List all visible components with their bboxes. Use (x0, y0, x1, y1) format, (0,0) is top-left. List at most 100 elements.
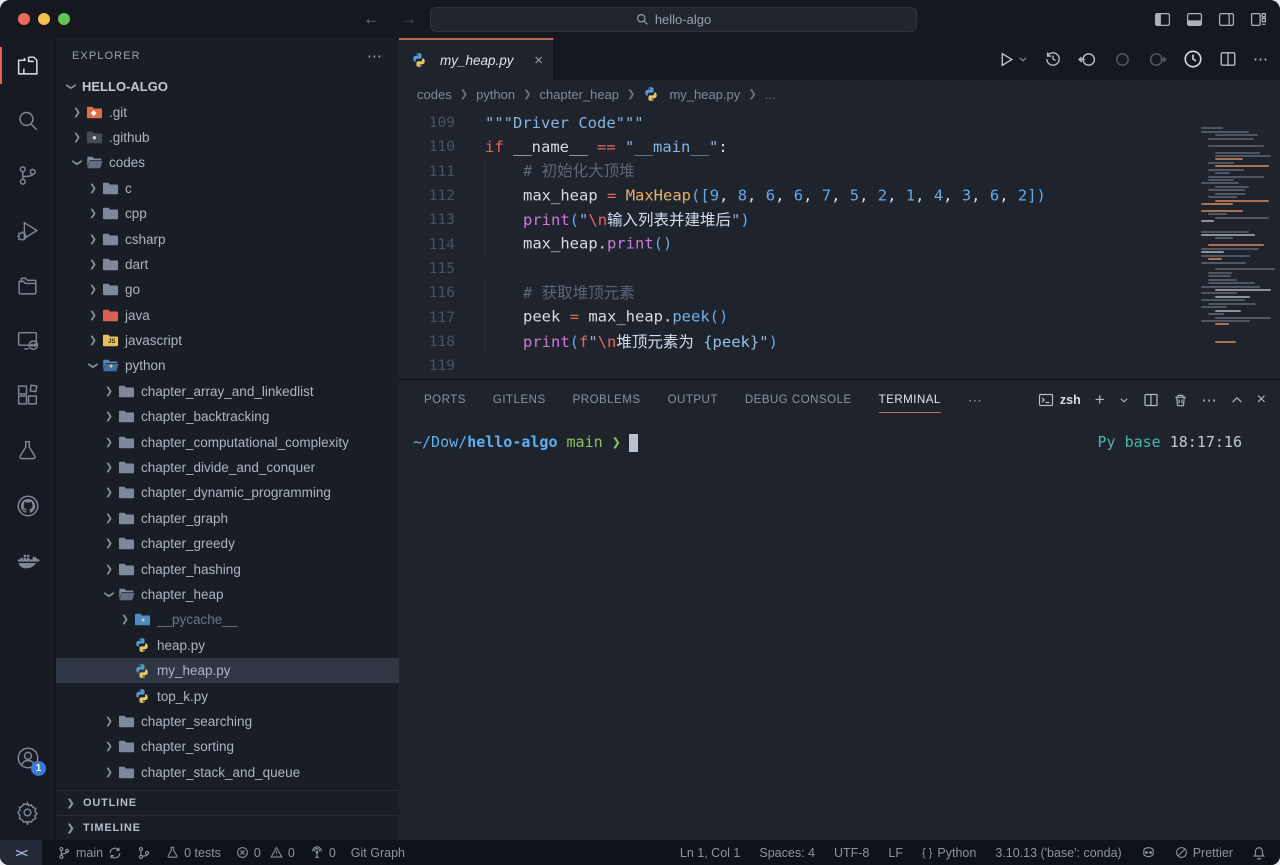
interpreter-item[interactable]: 3.10.13 ('base': conda) (995, 846, 1121, 860)
tree-folder-chapter_divide_and_conquer[interactable]: ❯chapter_divide_and_conquer (56, 455, 399, 480)
settings-gear-icon[interactable] (0, 785, 55, 840)
panel-tab-terminal[interactable]: TERMINAL (879, 380, 941, 420)
panel-tab-output[interactable]: OUTPUT (668, 380, 718, 420)
breadcrumb-item[interactable]: codes (417, 87, 452, 102)
branch-item[interactable]: main (57, 846, 122, 860)
tab-my-heap[interactable]: my_heap.py × (399, 38, 554, 80)
tree-folder-cpp[interactable]: ❯cpp (56, 201, 399, 226)
split-editor-icon[interactable] (1219, 50, 1237, 68)
tree-folder-chapter_hashing[interactable]: ❯chapter_hashing (56, 556, 399, 581)
run-dropdown-icon[interactable] (1018, 54, 1028, 64)
editor-more-icon[interactable]: ⋯ (1253, 50, 1268, 68)
tree-folder-.github[interactable]: ❯●.github (56, 125, 399, 150)
tree-folder-chapter_computational_complexity[interactable]: ❯chapter_computational_complexity (56, 429, 399, 454)
tree-folder-codes[interactable]: ❯codes (56, 150, 399, 175)
tree-file-top_k.py[interactable]: top_k.py (56, 683, 399, 708)
tree-root[interactable]: ❯HELLO-ALGO (56, 74, 399, 99)
tree-folder-python[interactable]: ❯●python (56, 353, 399, 378)
git-graph-label-item[interactable]: Git Graph (351, 846, 405, 860)
minimize-window-button[interactable] (38, 13, 50, 25)
terminal-dropdown-icon[interactable] (1119, 395, 1129, 405)
remote-explorer-icon[interactable] (0, 313, 55, 368)
extensions-icon[interactable] (0, 368, 55, 423)
sidebar-more-icon[interactable]: ⋯ (367, 47, 383, 65)
tests-item[interactable]: 0 tests (166, 846, 221, 860)
panel-more-icon[interactable]: ⋯ (1202, 391, 1217, 409)
breadcrumb-item-file[interactable]: my_heap.py (643, 86, 740, 102)
tree-folder-chapter_array_and_linkedlist[interactable]: ❯chapter_array_and_linkedlist (56, 379, 399, 404)
notifications-bell-icon[interactable] (1252, 846, 1266, 860)
timeline-section[interactable]: ❯ TIMELINE (56, 815, 399, 840)
minimap[interactable] (1201, 124, 1275, 344)
breadcrumb-item[interactable]: chapter_heap (540, 87, 620, 102)
file-history-icon[interactable] (1044, 50, 1062, 68)
tree-folder-__pycache__[interactable]: ❯●__pycache__ (56, 607, 399, 632)
kill-terminal-trash-icon[interactable] (1173, 393, 1188, 408)
code-line[interactable]: 110if __name__ == "__main__": (399, 135, 1280, 159)
toggle-secondary-sidebar-icon[interactable] (1218, 11, 1235, 28)
code-line[interactable]: 112max_heap = MaxHeap([9, 8, 6, 6, 7, 5,… (399, 184, 1280, 208)
search-view-icon[interactable] (0, 93, 55, 148)
tree-file-my_heap.py[interactable]: my_heap.py (56, 658, 399, 683)
cursor-position-item[interactable]: Ln 1, Col 1 (680, 846, 740, 860)
code-editor[interactable]: 109"""Driver Code"""110if __name__ == "_… (399, 108, 1280, 379)
breadcrumb-item[interactable]: python (476, 87, 515, 102)
tree-folder-chapter_dynamic_programming[interactable]: ❯chapter_dynamic_programming (56, 480, 399, 505)
panel-tab-problems[interactable]: PROBLEMS (573, 380, 641, 420)
timeline-clock-icon[interactable] (1183, 49, 1203, 69)
next-change-icon[interactable] (1148, 50, 1167, 69)
github-icon[interactable] (0, 478, 55, 533)
tree-folder-javascript[interactable]: ❯JSjavascript (56, 328, 399, 353)
tree-folder-chapter_stack_and_queue[interactable]: ❯chapter_stack_and_queue (56, 760, 399, 785)
tree-folder-c[interactable]: ❯c (56, 176, 399, 201)
code-line[interactable]: 111# 初始化大顶堆 (399, 160, 1280, 184)
nav-back-icon[interactable]: ← (363, 9, 380, 29)
tree-folder-dart[interactable]: ❯dart (56, 252, 399, 277)
command-center-search[interactable]: hello-algo (430, 7, 917, 32)
nav-back-circle-icon[interactable] (1078, 50, 1097, 69)
panel-tab-ports[interactable]: PORTS (424, 380, 466, 420)
git-graph-icon-item[interactable] (137, 846, 151, 860)
explorer-icon[interactable] (0, 38, 55, 93)
source-control-icon[interactable] (0, 148, 55, 203)
copilot-icon[interactable] (1141, 845, 1156, 860)
tree-folder-go[interactable]: ❯go (56, 277, 399, 302)
terminal[interactable]: ~/Dow/hello-algo main ❯ Py base 18:17:16 (399, 420, 1280, 840)
docker-icon[interactable] (0, 533, 55, 588)
tree-file-heap.py[interactable]: heap.py (56, 633, 399, 658)
formatter-item[interactable]: Prettier (1175, 846, 1233, 860)
tree-folder-chapter_heap[interactable]: ❯chapter_heap (56, 582, 399, 607)
testing-icon[interactable] (0, 423, 55, 478)
customize-layout-icon[interactable] (1250, 11, 1267, 28)
toggle-panel-icon[interactable] (1186, 11, 1203, 28)
panel-tab-gitlens[interactable]: GITLENS (493, 380, 546, 420)
language-item[interactable]: { }Python (922, 846, 976, 860)
tree-folder-java[interactable]: ❯java (56, 303, 399, 328)
terminal-shell-item[interactable]: zsh (1038, 392, 1081, 408)
eol-item[interactable]: LF (888, 846, 903, 860)
close-window-button[interactable] (18, 13, 30, 25)
tree-folder-chapter_searching[interactable]: ❯chapter_searching (56, 709, 399, 734)
toggle-sidebar-icon[interactable] (1154, 11, 1171, 28)
accounts-icon[interactable]: 1 (0, 730, 55, 785)
tree-folder-chapter_backtracking[interactable]: ❯chapter_backtracking (56, 404, 399, 429)
code-line[interactable]: 118print(f"\n堆顶元素为 {peek}") (399, 330, 1280, 354)
remote-indicator[interactable]: >< (0, 840, 42, 865)
close-panel-icon[interactable]: × (1257, 391, 1266, 409)
prev-change-icon[interactable] (1113, 50, 1132, 69)
code-line[interactable]: 116# 获取堆顶元素 (399, 281, 1280, 305)
run-python-file-icon[interactable] (998, 51, 1015, 68)
problems-item[interactable]: 0 0 (236, 846, 295, 860)
maximize-panel-icon[interactable] (1231, 394, 1243, 406)
outline-section[interactable]: ❯ OUTLINE (56, 790, 399, 815)
run-debug-icon[interactable] (0, 203, 55, 258)
tree-folder-.git[interactable]: ❯◆.git (56, 99, 399, 124)
encoding-item[interactable]: UTF-8 (834, 846, 869, 860)
tree-folder-chapter_greedy[interactable]: ❯chapter_greedy (56, 531, 399, 556)
folders-view-icon[interactable] (0, 258, 55, 313)
new-terminal-icon[interactable]: + (1095, 390, 1105, 410)
nav-forward-icon[interactable]: → (400, 9, 417, 29)
code-line[interactable]: 109"""Driver Code""" (399, 111, 1280, 135)
panel-tab-debug-console[interactable]: DEBUG CONSOLE (745, 380, 852, 420)
indentation-item[interactable]: Spaces: 4 (759, 846, 815, 860)
